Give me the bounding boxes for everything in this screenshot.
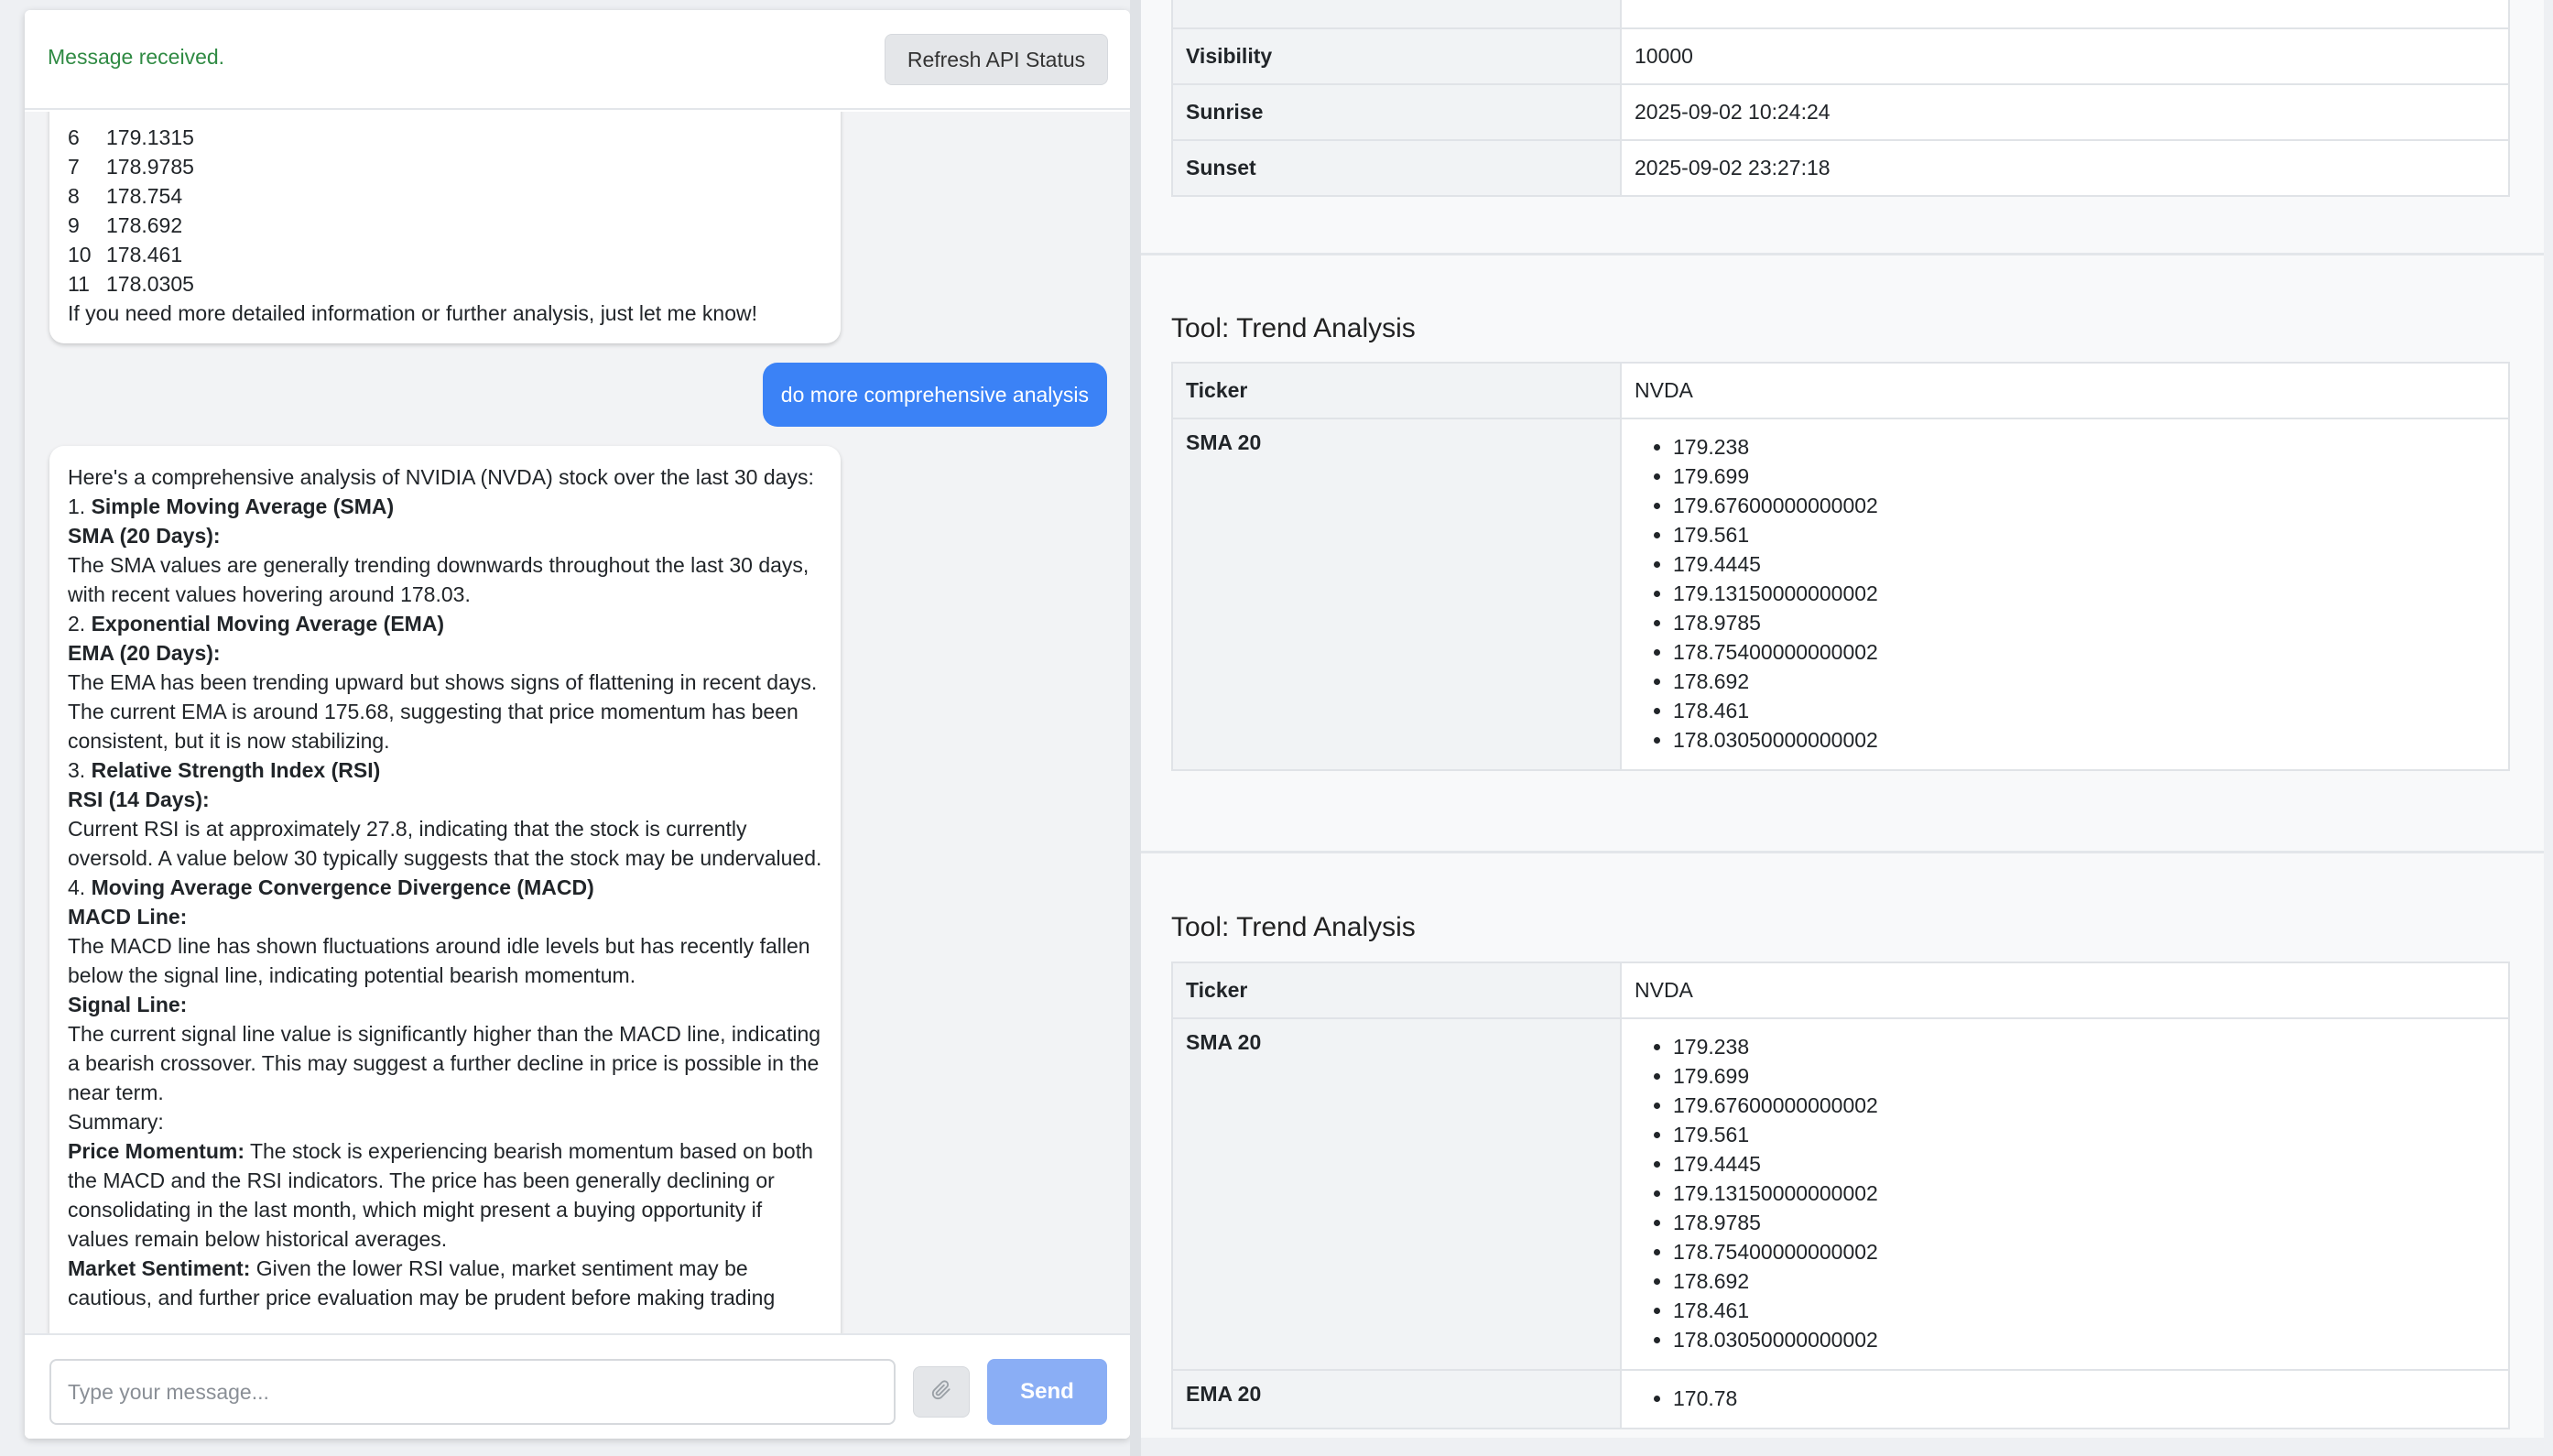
list-item: 178.461 <box>1673 696 2495 725</box>
assistant-message: 6 179.1315 7 178.9785 8 178.754 9 178.692 10… <box>49 112 841 343</box>
list-item: 178.03050000000002 <box>1673 725 2495 755</box>
list-item: 6 179.1315 <box>68 125 194 149</box>
paragraph: Market Sentiment: Given the lower RSI va… <box>68 1256 776 1309</box>
attach-button[interactable] <box>913 1366 970 1418</box>
list-item: 179.699 <box>1673 1061 2495 1091</box>
assistant-message: Here's a comprehensive analysis of NVIDI… <box>49 446 841 1333</box>
tool-results-panel[interactable]: Visibility 10000 Sunrise 2025-09-02 10:24:… <box>1141 0 2544 1438</box>
paragraph: The SMA values are generally trending do… <box>68 553 809 606</box>
list-item: 179.561 <box>1673 1120 2495 1149</box>
list-item: 178.03050000000002 <box>1673 1325 2495 1354</box>
paperclip-icon <box>931 1379 951 1405</box>
section-heading: 2. Exponential Moving Average (EMA) <box>68 612 445 636</box>
panel-divider[interactable] <box>1130 0 1141 1456</box>
subheading: Signal Line: <box>68 993 188 1016</box>
list-item: 178.75400000000002 <box>1673 637 2495 667</box>
list-item: 178.461 <box>1673 1296 2495 1325</box>
trend-table: TickerNVDA SMA 20 179.238179.699179.6760… <box>1171 962 2510 1429</box>
tool-title: Tool: Trend Analysis <box>1171 313 1416 343</box>
subheading: SMA (20 Days): <box>68 524 221 548</box>
sma-list: 179.238179.699179.67600000000002179.5611… <box>1635 1019 2495 1369</box>
summary-label: Summary: <box>68 1110 164 1134</box>
section-heading: 3. Relative Strength Index (RSI) <box>68 758 381 782</box>
list-item: 179.67600000000002 <box>1673 491 2495 520</box>
paragraph: Current RSI is at approximately 27.8, in… <box>68 817 822 870</box>
message-input[interactable] <box>49 1359 896 1425</box>
list-item: 179.13150000000002 <box>1673 579 2495 608</box>
paragraph: The current signal line value is signifi… <box>68 1022 821 1104</box>
list-item: 10 178.461 <box>68 243 183 266</box>
paragraph: The EMA has been trending upward but sho… <box>68 670 818 753</box>
section-heading: 1. Simple Moving Average (SMA) <box>68 494 395 518</box>
list-item: 9 178.692 <box>68 213 183 237</box>
list-item: 7 178.9785 <box>68 155 194 179</box>
ema-list: 170.78 <box>1635 1371 2495 1428</box>
paragraph: Price Momentum: The stock is experiencin… <box>68 1139 813 1251</box>
list-item: 179.13150000000002 <box>1673 1179 2495 1208</box>
ticker-value: NVDA <box>1620 962 2510 1019</box>
subheading: RSI (14 Days): <box>68 788 210 811</box>
list-item: 11 178.0305 <box>68 272 194 296</box>
trend-analysis-section: Tool: Trend Analysis TickerNVDA SMA 20 1… <box>1141 253 2544 852</box>
list-item: 179.238 <box>1673 432 2495 462</box>
list-item: 178.9785 <box>1673 608 2495 637</box>
trend-analysis-section: Tool: Trend Analysis TickerNVDA SMA 20 1… <box>1141 851 2544 1438</box>
message-intro: Here's a comprehensive analysis of NVIDI… <box>68 465 814 489</box>
list-item: 178.692 <box>1673 667 2495 696</box>
send-button[interactable]: Send <box>987 1359 1107 1425</box>
list-item: 179.4445 <box>1673 1149 2495 1179</box>
ticker-value: NVDA <box>1620 362 2510 419</box>
list-item: 179.4445 <box>1673 549 2495 579</box>
sma-list: 179.238179.699179.67600000000002179.5611… <box>1635 419 2495 769</box>
list-item: 179.561 <box>1673 520 2495 549</box>
message-composer: Send <box>25 1333 1130 1439</box>
chat-panel: Message received. Refresh API Status 6 17… <box>25 10 1130 1439</box>
tool-title: Tool: Trend Analysis <box>1171 912 1416 942</box>
weather-tool-section: Visibility 10000 Sunrise 2025-09-02 10:24:… <box>1141 0 2544 253</box>
refresh-api-status-button[interactable]: Refresh API Status <box>885 34 1108 85</box>
chat-header: Message received. Refresh API Status <box>25 10 1130 110</box>
weather-table: Visibility 10000 Sunrise 2025-09-02 10:24:… <box>1171 0 2510 197</box>
list-item: 178.9785 <box>1673 1208 2495 1237</box>
chat-messages[interactable]: 6 179.1315 7 178.9785 8 178.754 9 178.692 10… <box>25 112 1130 1333</box>
list-item: 179.699 <box>1673 462 2495 491</box>
subheading: EMA (20 Days): <box>68 641 221 665</box>
trend-table: TickerNVDA SMA 20 179.238179.699179.6760… <box>1171 362 2510 771</box>
list-item: 178.692 <box>1673 1266 2495 1296</box>
list-item: 178.75400000000002 <box>1673 1237 2495 1266</box>
list-item: 8 178.754 <box>68 184 183 208</box>
section-heading: 4. Moving Average Convergence Divergence… <box>68 875 594 899</box>
subheading: MACD Line: <box>68 905 188 929</box>
paragraph: The MACD line has shown fluctuations aro… <box>68 934 810 987</box>
user-message: do more comprehensive analysis <box>762 363 1107 427</box>
message-closing: If you need more detailed information or… <box>68 301 757 325</box>
list-item: 170.78 <box>1673 1384 2495 1413</box>
list-item: 179.67600000000002 <box>1673 1091 2495 1120</box>
list-item: 179.238 <box>1673 1032 2495 1061</box>
status-message: Message received. <box>48 45 225 69</box>
